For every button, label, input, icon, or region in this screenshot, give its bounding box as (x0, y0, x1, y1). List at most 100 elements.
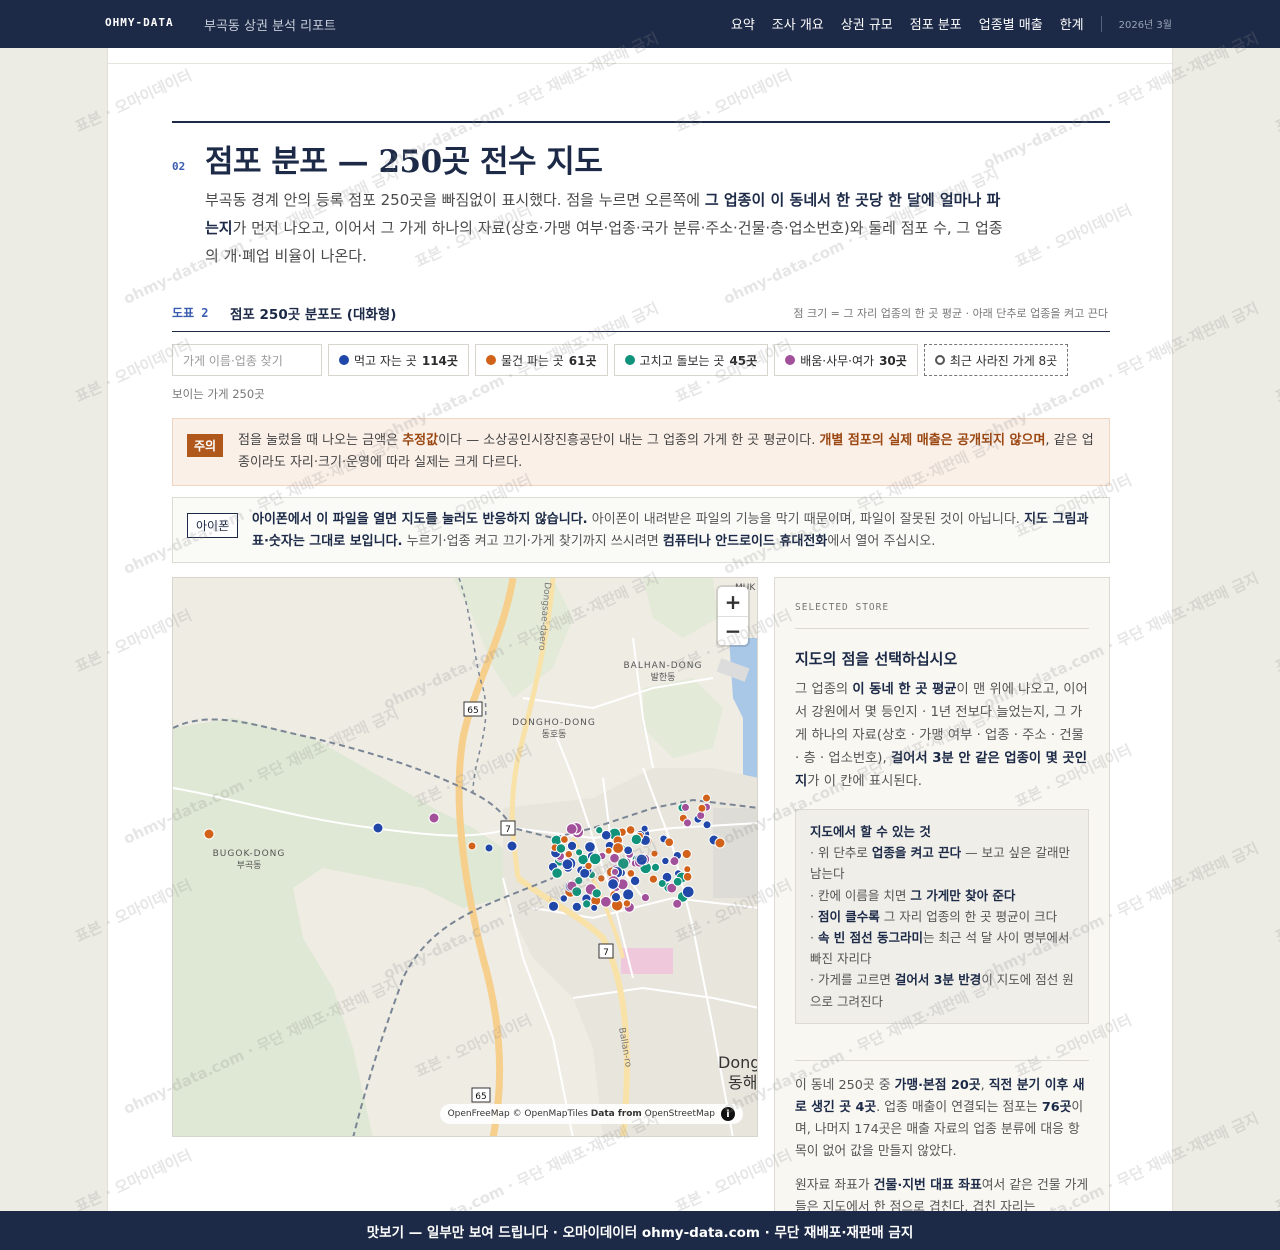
store-marker[interactable] (701, 793, 711, 803)
store-marker[interactable] (561, 858, 574, 871)
store-marker[interactable] (640, 892, 651, 903)
store-marker[interactable] (564, 849, 574, 859)
map-label-dongho: DONGHO-DONG (512, 718, 596, 728)
store-marker[interactable] (714, 837, 726, 849)
sample-footer-bar: 맛보기 — 일부만 보여 드립니다 · 오마이데이터 ohmy-data.com… (0, 1211, 1280, 1250)
store-search-input[interactable]: 가게 이름·업종 찾기 (172, 344, 322, 376)
howto-item: · 속 빈 점선 동그라미는 최근 석 달 사이 명부에서 빠진 자리다 (810, 930, 1070, 967)
store-marker[interactable] (681, 885, 695, 899)
selected-store-panel: SELECTED STORE 지도의 점을 선택하십시오 그 업종의 이 동네 … (774, 577, 1110, 1250)
store-marker[interactable] (575, 848, 584, 857)
attribution-text[interactable]: OpenFreeMap © OpenMapTiles Data from Ope… (448, 1109, 715, 1119)
store-marker[interactable] (623, 845, 634, 856)
store-marker[interactable] (600, 895, 612, 908)
forest-area (643, 678, 723, 758)
store-marker[interactable] (650, 862, 661, 872)
store-marker[interactable] (597, 874, 606, 883)
store-marker[interactable] (604, 846, 613, 855)
store-marker[interactable] (681, 848, 692, 860)
store-marker[interactable] (683, 865, 692, 874)
store-marker[interactable] (630, 833, 643, 846)
store-marker[interactable] (582, 899, 592, 909)
store-marker[interactable] (622, 888, 635, 901)
store-marker[interactable] (560, 835, 569, 844)
store-marker[interactable] (682, 818, 692, 828)
panel-divider (795, 1060, 1089, 1061)
map-zoom-control: + − (718, 587, 748, 645)
store-marker[interactable] (590, 903, 599, 912)
store-marker[interactable] (372, 822, 384, 834)
store-marker[interactable] (625, 825, 636, 835)
filter-chip-repair-care[interactable]: 고치고 돌보는 곳 45곳 (613, 344, 769, 376)
store-marker[interactable] (571, 886, 583, 898)
nav-limitations[interactable]: 한계 (1060, 14, 1084, 33)
store-map[interactable]: 65 7 7 65 BALHAN-DONG 발한동 DONGHO-DONG 동호… (172, 577, 758, 1137)
panel-heading: 지도의 점을 선택하십시오 (795, 650, 958, 668)
store-marker[interactable] (648, 874, 659, 884)
route-65-label: 65 (467, 706, 478, 716)
store-marker[interactable] (551, 867, 563, 879)
store-marker[interactable] (610, 867, 620, 877)
store-marker[interactable] (696, 810, 706, 820)
section-lead: 부곡동 경계 안의 등록 점포 250곳을 빠짐없이 표시했다. 점을 누르면 … (205, 191, 1003, 265)
store-marker[interactable] (702, 820, 712, 830)
filter-chip-retail[interactable]: 물건 파는 곳 61곳 (474, 344, 608, 376)
store-marker[interactable] (584, 841, 596, 853)
closed-store-ring-icon (934, 355, 945, 365)
store-marker[interactable] (565, 823, 578, 835)
forest-area (453, 578, 573, 698)
brand-logo[interactable]: OHMY-DATA (105, 16, 174, 29)
watermark-text: 표본 · 오마이데이터 (1272, 606, 1280, 676)
store-marker[interactable] (555, 843, 567, 854)
nav-market-size[interactable]: 상권 규모 (841, 14, 893, 33)
store-marker[interactable] (664, 837, 675, 848)
nav-store-distribution[interactable]: 점포 분포 (910, 14, 962, 33)
nav-summary[interactable]: 요약 (731, 14, 755, 33)
store-marker[interactable] (672, 876, 683, 887)
figure-rule (172, 331, 1110, 332)
store-marker[interactable] (657, 878, 667, 888)
store-marker[interactable] (635, 853, 648, 866)
nav-sales-by-industry[interactable]: 업종별 매출 (979, 14, 1043, 33)
zoom-out-button[interactable]: − (718, 616, 748, 645)
store-marker[interactable] (622, 899, 632, 908)
store-marker[interactable] (640, 824, 649, 833)
filter-chip-education-office[interactable]: 배움·사무·여가 30곳 (774, 344, 918, 376)
filter-chip-food-lodging[interactable]: 먹고 자는 곳 114곳 (328, 344, 469, 376)
store-marker[interactable] (629, 875, 641, 887)
map-label-donghae: Dong (718, 1053, 758, 1072)
store-marker[interactable] (682, 871, 693, 882)
report-page: 02 점포 분포 — 250곳 전수 지도 부곡동 경계 안의 등록 점포 25… (107, 48, 1173, 1250)
store-marker[interactable] (661, 856, 670, 866)
store-marker[interactable] (584, 861, 593, 871)
store-marker[interactable] (203, 828, 215, 840)
store-marker[interactable] (680, 802, 690, 812)
info-icon[interactable]: i (721, 1107, 735, 1121)
store-marker[interactable] (607, 878, 619, 890)
map-canvas[interactable]: 65 7 7 65 BALHAN-DONG 발한동 DONGHO-DONG 동호… (173, 578, 758, 1137)
store-marker[interactable] (571, 901, 582, 912)
store-marker[interactable] (672, 898, 683, 909)
store-marker[interactable] (591, 888, 602, 899)
education-office-dot-icon (785, 355, 796, 365)
store-marker[interactable] (428, 812, 440, 824)
section-number: 02 (172, 160, 186, 173)
store-marker[interactable] (669, 856, 680, 867)
store-marker[interactable] (610, 892, 622, 903)
filter-chip-closed-stores[interactable]: 최근 사라진 가게 8곳 (923, 344, 1069, 376)
estimate-warning: 주의 점을 눌렀을 때 나오는 금액은 추정값이다 — 소상공인시장진흥공단이 … (172, 418, 1110, 486)
store-marker[interactable] (650, 849, 659, 858)
store-marker[interactable] (484, 843, 494, 853)
store-marker[interactable] (506, 840, 518, 852)
store-marker[interactable] (612, 842, 625, 855)
map-attribution: OpenFreeMap © OpenMapTiles Data from Ope… (439, 1104, 743, 1124)
store-marker[interactable] (697, 803, 707, 813)
store-marker[interactable] (566, 840, 578, 852)
route-7-label: 7 (505, 825, 511, 835)
store-marker[interactable] (559, 894, 569, 903)
store-marker[interactable] (467, 841, 477, 851)
store-marker[interactable] (600, 829, 612, 841)
nav-survey-overview[interactable]: 조사 개요 (772, 14, 824, 33)
zoom-in-button[interactable]: + (718, 587, 748, 616)
store-marker[interactable] (547, 900, 560, 912)
